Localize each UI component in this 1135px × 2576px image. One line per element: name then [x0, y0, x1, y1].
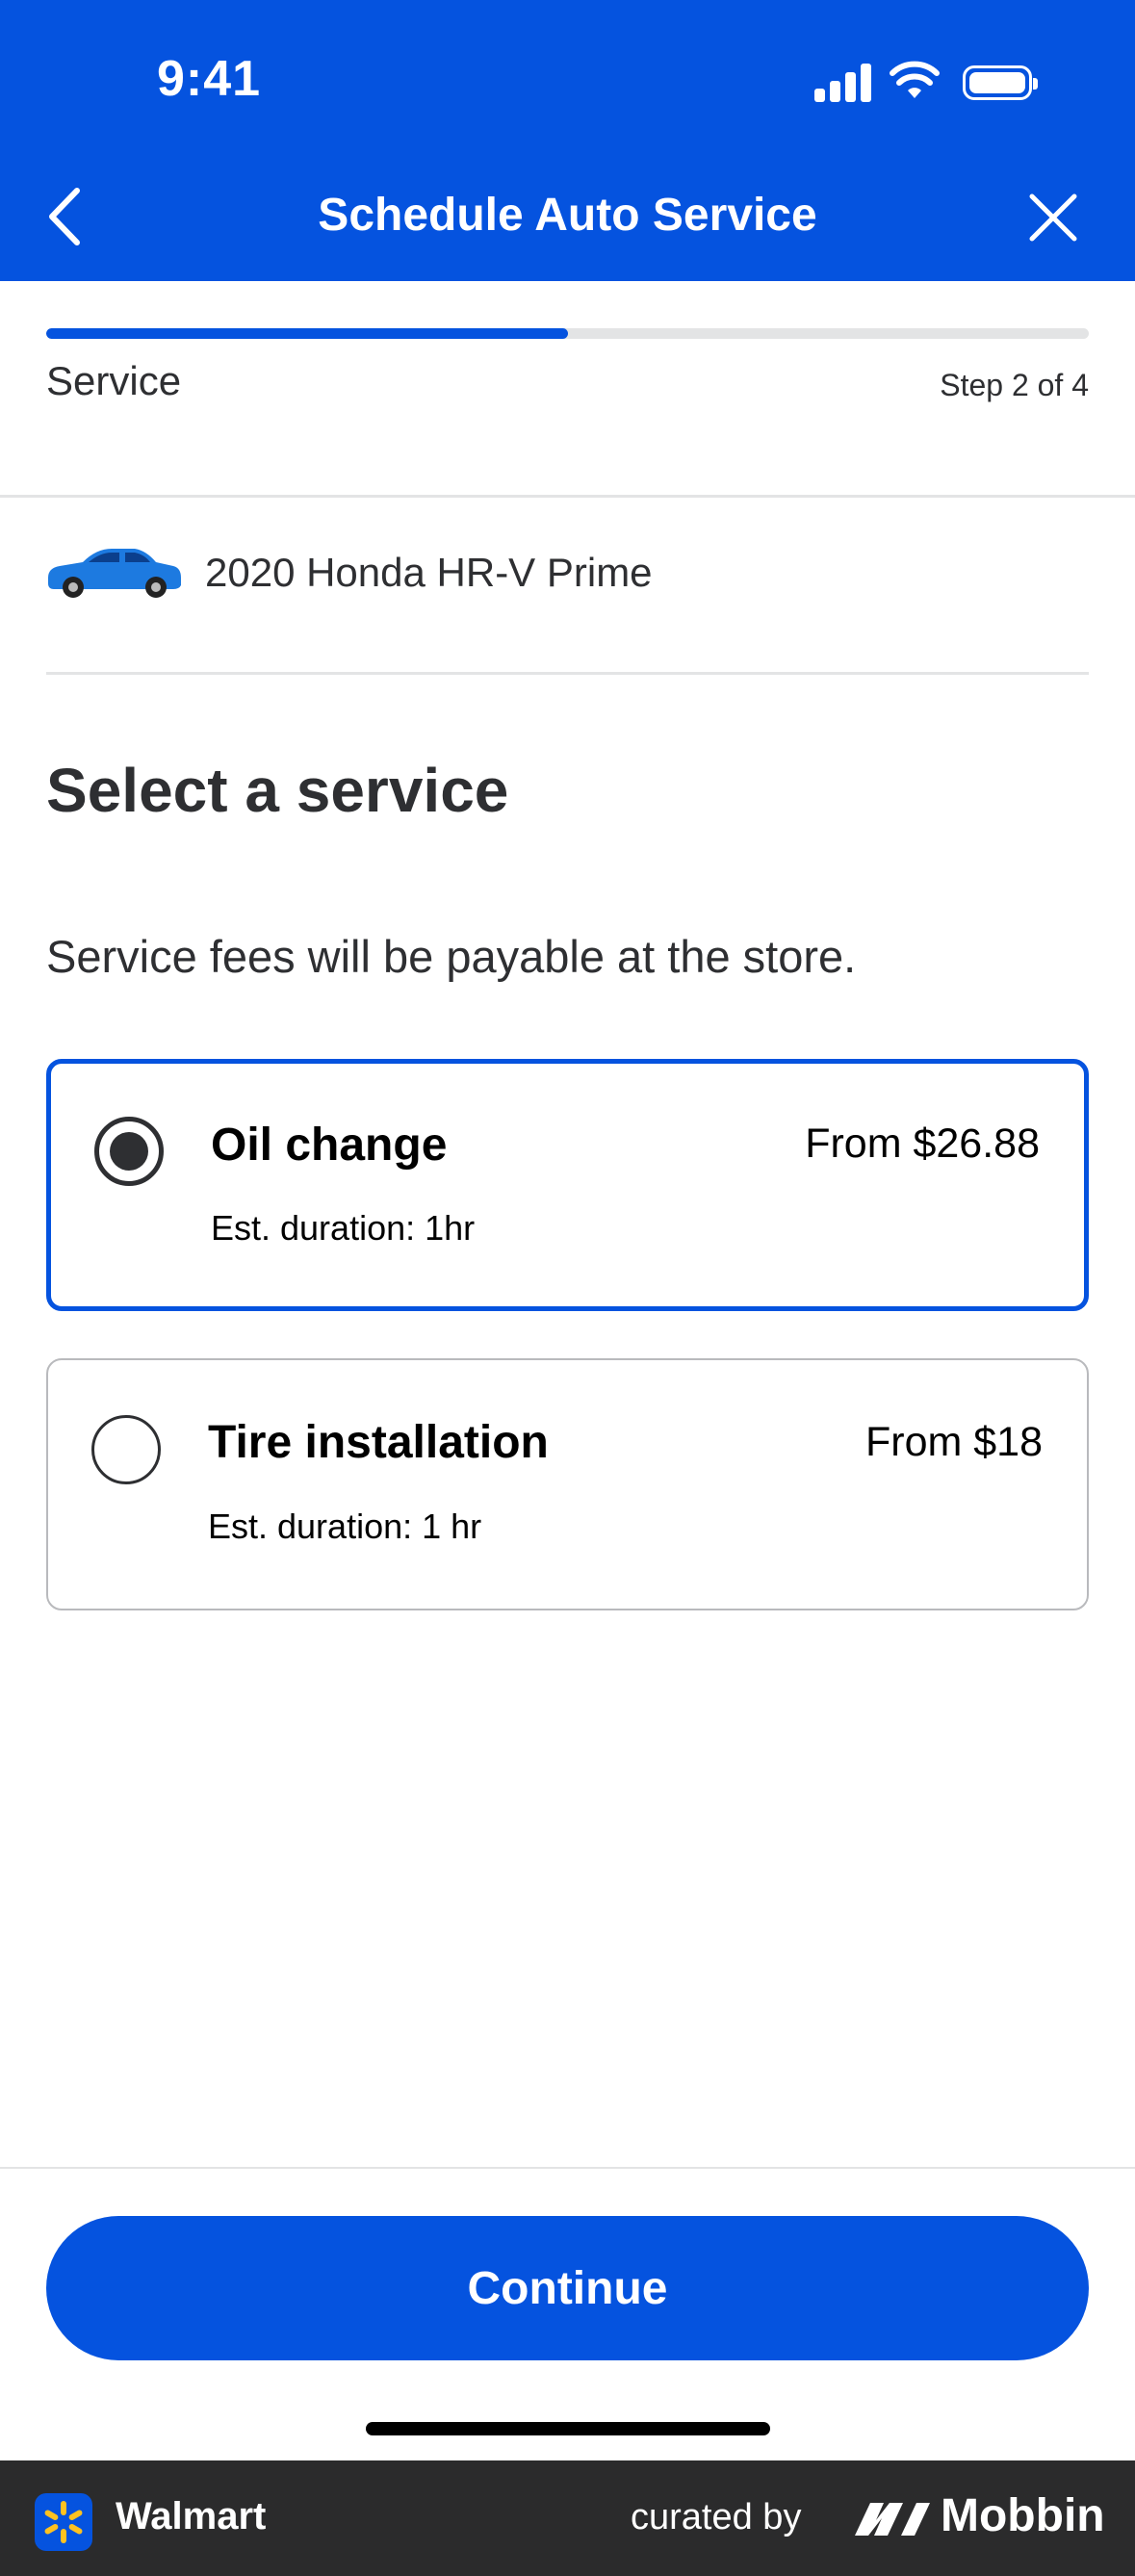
service-option-oil-change[interactable]: Oil change From $26.88 Est. duration: 1h… [46, 1059, 1089, 1311]
progress-fill [46, 328, 568, 339]
divider [0, 495, 1135, 498]
radio-unselected[interactable] [91, 1415, 161, 1484]
walmart-spark-icon [35, 2493, 92, 2551]
section-title: Select a service [46, 756, 509, 825]
mobbin-logo-icon [855, 2503, 930, 2536]
footer-mobbin: Mobbin [941, 2490, 1105, 2541]
service-price: From $18 [864, 1419, 1043, 1465]
service-name: Oil change [211, 1120, 448, 1171]
wifi-icon [890, 61, 940, 98]
continue-button[interactable]: Continue [46, 2216, 1089, 2360]
home-indicator [366, 2422, 770, 2435]
divider [0, 2167, 1135, 2169]
footer-curated-label: curated by [631, 2497, 802, 2537]
service-option-tire-installation[interactable]: Tire installation From $18 Est. duration… [46, 1358, 1089, 1610]
fee-note: Service fees will be payable at the stor… [46, 931, 857, 982]
car-icon [48, 549, 181, 598]
signal-icon [814, 62, 872, 102]
battery-icon [963, 65, 1038, 100]
step-count: Step 2 of 4 [940, 368, 1089, 402]
status-time: 9:41 [157, 51, 262, 107]
divider [46, 672, 1089, 675]
radio-selected[interactable] [94, 1117, 164, 1186]
vehicle-name: 2020 Honda HR-V Prime [205, 550, 653, 595]
service-name: Tire installation [208, 1417, 549, 1468]
service-duration: Est. duration: 1hr [211, 1208, 476, 1248]
footer-brand: Walmart [116, 2495, 267, 2537]
step-label: Service [46, 358, 182, 403]
close-button[interactable] [1026, 191, 1080, 245]
progress-bar [46, 328, 1089, 339]
page-title: Schedule Auto Service [318, 190, 817, 241]
service-duration: Est. duration: 1 hr [208, 1507, 482, 1546]
service-price: From $26.88 [805, 1121, 1040, 1167]
